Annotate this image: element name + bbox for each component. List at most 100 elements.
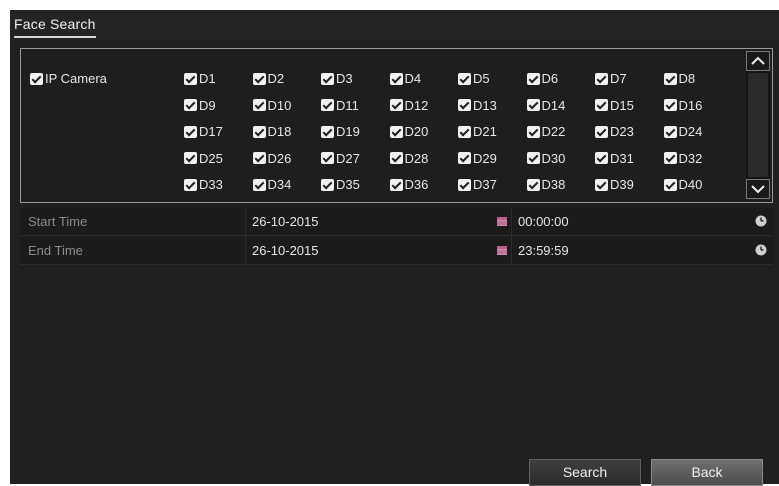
channel-checkbox[interactable]: D9 [184, 98, 216, 113]
channel-label: D3 [336, 71, 353, 86]
checkbox-checked-icon [184, 125, 197, 138]
channel-checkbox[interactable]: D29 [458, 151, 497, 166]
channel-label: D21 [473, 124, 497, 139]
channel-scrollbar[interactable] [746, 51, 770, 199]
channel-checkbox[interactable]: D23 [595, 124, 634, 139]
channel-label: D22 [541, 124, 566, 139]
start-date-field[interactable]: 26-10-2015 [245, 208, 511, 235]
checkbox-checked-icon [252, 152, 266, 164]
channel-checkbox[interactable]: D4 [389, 71, 422, 86]
channel-checkbox[interactable]: D1 [184, 71, 216, 86]
checkbox-checked-icon [663, 72, 677, 85]
calendar-icon[interactable] [496, 244, 508, 256]
channel-checkbox[interactable]: D11 [321, 98, 359, 113]
end-time-field[interactable]: 23:59:59 [511, 237, 774, 264]
channel-label: D7 [610, 71, 627, 86]
back-button[interactable]: Back [651, 459, 763, 486]
checkbox-checked-icon [252, 99, 266, 111]
checkbox-checked-icon [184, 99, 197, 111]
checkbox-checked-icon [389, 72, 403, 85]
scroll-up-button[interactable] [746, 51, 770, 71]
channel-checkbox[interactable]: D19 [321, 124, 360, 139]
channel-label: D27 [336, 150, 360, 166]
start-date-value: 26-10-2015 [252, 214, 319, 229]
channel-checkbox[interactable]: D8 [663, 71, 695, 86]
channel-checkbox[interactable]: D27 [321, 151, 360, 166]
camera-selection-panel: IP Camera D1 D2 D3 D4 D5 D6 D7 D8 D9 D10 D11 D12 D13… [20, 48, 773, 203]
channel-checkbox[interactable]: D20 [389, 124, 428, 139]
checkbox-checked-icon [321, 152, 334, 164]
channel-label: D33 [199, 177, 223, 192]
channel-checkbox[interactable]: D21 [458, 124, 497, 139]
channel-checkbox[interactable]: D30 [526, 151, 565, 166]
page-title: Face Search [14, 16, 96, 38]
channel-label: D23 [610, 124, 634, 139]
channel-checkbox[interactable]: D2 [252, 71, 284, 86]
channel-label: D4 [404, 71, 422, 86]
calendar-icon[interactable] [496, 215, 508, 227]
start-time-value: 00:00:00 [518, 214, 569, 229]
scroll-down-button[interactable] [746, 179, 770, 199]
channel-checkbox[interactable]: D24 [663, 124, 702, 139]
start-time-label: Start Time [28, 214, 88, 229]
checkbox-checked-icon [389, 152, 403, 164]
ip-camera-group-checkbox[interactable]: IP Camera [30, 71, 107, 86]
channel-checkbox[interactable]: D36 [389, 177, 428, 192]
channel-checkbox[interactable]: D35 [321, 177, 360, 192]
clock-icon[interactable] [755, 215, 767, 227]
checkbox-checked-icon [184, 178, 197, 191]
checkbox-checked-icon [663, 178, 677, 191]
channel-checkbox[interactable]: D37 [458, 177, 497, 192]
title-bar: Face Search [10, 10, 779, 40]
checkbox-checked-icon [526, 125, 540, 138]
channel-label: D5 [473, 71, 490, 86]
channel-checkbox[interactable]: D5 [458, 71, 490, 86]
channel-label: D28 [404, 150, 429, 166]
channel-checkbox[interactable]: D40 [663, 177, 702, 192]
channel-checkbox[interactable]: D31 [595, 151, 634, 166]
channel-checkbox[interactable]: D16 [663, 98, 702, 113]
end-date-field[interactable]: 26-10-2015 [245, 237, 511, 264]
channel-checkbox[interactable]: D7 [595, 71, 627, 86]
start-time-field[interactable]: 00:00:00 [511, 208, 774, 235]
channel-checkbox[interactable]: D10 [252, 98, 291, 113]
checkbox-checked-icon [321, 99, 334, 111]
channel-checkbox[interactable]: D38 [526, 177, 566, 192]
channel-label: D29 [473, 150, 497, 166]
checkbox-checked-icon [526, 152, 540, 164]
chevron-down-icon [751, 185, 765, 194]
channel-checkbox[interactable]: D34 [252, 177, 291, 192]
channel-label: D32 [678, 150, 703, 166]
channel-checkbox[interactable]: D26 [252, 151, 291, 166]
channel-checkbox[interactable]: D6 [526, 71, 558, 86]
checkbox-checked-icon [389, 178, 403, 191]
search-button[interactable]: Search [529, 459, 641, 486]
checkbox-checked-icon [252, 72, 266, 85]
clock-icon[interactable] [755, 244, 767, 256]
scroll-thumb[interactable] [748, 73, 768, 177]
channel-label: D1 [199, 71, 216, 86]
channel-label: D11 [336, 97, 359, 113]
checkbox-checked-icon [526, 72, 540, 85]
channel-checkbox[interactable]: D14 [526, 98, 565, 113]
channel-checkbox[interactable]: D33 [184, 177, 223, 192]
channel-checkbox[interactable]: D32 [663, 150, 703, 166]
channel-checkbox[interactable]: D17 [184, 124, 223, 139]
channel-label: D38 [541, 177, 566, 192]
channel-label: D25 [199, 150, 223, 166]
checkbox-checked-icon [389, 99, 403, 111]
checkbox-checked-icon [595, 99, 608, 111]
channel-checkbox[interactable]: D22 [526, 124, 566, 139]
checkbox-checked-icon [663, 152, 677, 164]
channel-checkbox[interactable]: D18 [252, 124, 292, 139]
channel-checkbox[interactable]: D25 [184, 151, 223, 166]
channel-checkbox[interactable]: D28 [389, 150, 429, 166]
channel-checkbox[interactable]: D15 [595, 98, 634, 113]
channel-checkbox[interactable]: D12 [389, 98, 428, 113]
channel-checkbox[interactable]: D3 [321, 71, 353, 86]
checkbox-checked-icon [663, 99, 677, 111]
channel-label: D18 [267, 124, 292, 139]
channel-checkbox[interactable]: D13 [458, 98, 497, 113]
channel-checkbox[interactable]: D39 [595, 177, 634, 192]
channel-label: D19 [336, 124, 360, 139]
